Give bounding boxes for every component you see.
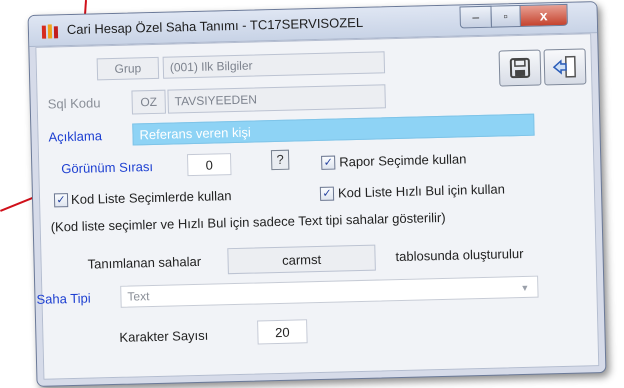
aciklama-label: Açıklama <box>48 128 103 145</box>
kod-liste-hizli-checkbox[interactable]: ✓ <box>319 186 335 201</box>
gorunum-input[interactable]: 0 <box>186 153 232 177</box>
grup-value: (001) Ilk Bilgiler <box>169 58 253 75</box>
sql-prefix: OZ <box>140 94 158 110</box>
exit-door-icon <box>552 55 576 78</box>
form-panel: Grup (001) Ilk Bilgiler Sql Kodu OZ TAVS… <box>35 33 600 380</box>
saha-tipi-select[interactable]: Text ▼ <box>120 275 539 308</box>
sql-prefix-box: OZ <box>131 89 166 115</box>
save-icon <box>509 57 531 79</box>
help-button[interactable]: ? <box>270 149 290 171</box>
kod-liste-secim-checkbox[interactable]: ✓ <box>53 193 69 208</box>
grup-label: Grup <box>114 61 142 76</box>
exit-button[interactable] <box>543 48 587 86</box>
sql-kodu-value: TAVSIYEEDEN <box>174 92 258 109</box>
sql-kodu-field[interactable]: TAVSIYEEDEN <box>167 84 386 114</box>
rapor-secimde-label: Rapor Seçimde kullan <box>339 151 467 170</box>
question-mark-icon: ? <box>276 151 284 167</box>
chevron-down-icon: ▼ <box>520 282 530 294</box>
info-note: (Kod liste seçimler ve Hızlı Bul için sa… <box>50 209 446 235</box>
maximize-icon: ▫ <box>503 9 509 24</box>
kod-liste-hizli-label: Kod Liste Hızlı Bul için kullan <box>337 181 506 201</box>
grup-label-box: Grup <box>96 56 160 81</box>
tablo-suffix-label: tablosunda oluşturulur <box>395 245 524 265</box>
app-logo-icon <box>41 24 59 39</box>
saha-tipi-value: Text <box>127 289 150 304</box>
checkmark-icon: ✓ <box>323 156 333 169</box>
save-button[interactable] <box>498 49 542 87</box>
karakter-label: Karakter Sayısı <box>119 327 209 345</box>
grup-field[interactable]: (001) Ilk Bilgiler <box>162 51 386 79</box>
gorunum-value: 0 <box>205 157 214 173</box>
gorunum-label: Görünüm Sırası <box>61 158 154 177</box>
checkmark-icon: ✓ <box>322 187 332 200</box>
aciklama-value: Referans veren kişi <box>139 124 251 142</box>
close-icon: x <box>539 7 548 24</box>
karakter-input[interactable]: 20 <box>257 319 308 345</box>
karakter-value: 20 <box>274 324 290 340</box>
tablo-name-box: carmst <box>227 244 376 275</box>
checkmark-icon: ✓ <box>56 194 66 207</box>
minimize-button[interactable]: – <box>459 5 492 29</box>
tablo-prefix-label: Tanımlanan sahalar <box>87 253 202 272</box>
sql-kodu-label: Sql Kodu <box>47 95 101 112</box>
close-button[interactable]: x <box>519 3 568 27</box>
saha-tipi-label: Saha Tipi <box>36 290 91 307</box>
minimize-icon: – <box>472 9 480 25</box>
kod-liste-secim-label: Kod Liste Seçimlerde kullan <box>70 188 232 208</box>
rapor-secimde-checkbox[interactable]: ✓ <box>321 155 336 170</box>
maximize-button[interactable]: ▫ <box>490 4 521 28</box>
window-title: Cari Hesap Özel Saha Tanımı - TC17SERVIS… <box>66 14 364 38</box>
aciklama-input[interactable]: Referans veren kişi <box>132 113 535 146</box>
dialog-window: Cari Hesap Özel Saha Tanımı - TC17SERVIS… <box>27 1 607 387</box>
tablo-name-value: carmst <box>281 251 322 268</box>
